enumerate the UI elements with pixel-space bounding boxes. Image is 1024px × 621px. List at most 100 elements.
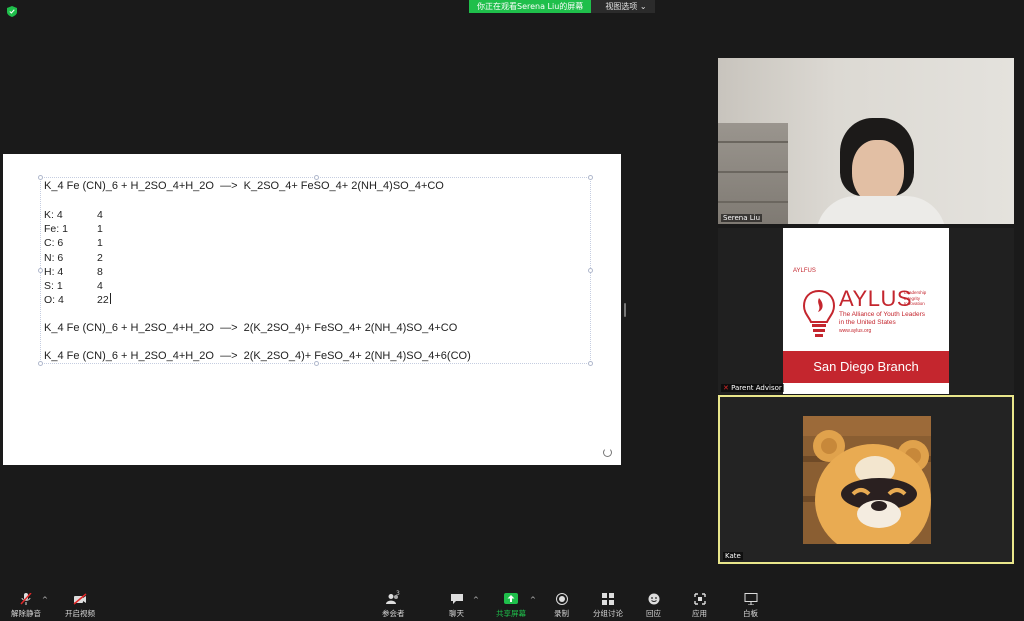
document-text: K_4 Fe (CN)_6 + H_2SO_4+H_2O —> K_2SO_4+… [44, 179, 471, 363]
whiteboard-icon [744, 593, 757, 605]
resize-handle[interactable] [588, 175, 593, 180]
video-camera-off-icon [73, 593, 87, 605]
share-screen-button[interactable]: 共享屏幕 [496, 593, 526, 619]
background-shelf [718, 123, 788, 224]
list-item: N: 6 2 [44, 251, 471, 265]
resize-handle[interactable] [588, 361, 593, 366]
aylus-small-label: AYLFUS [793, 268, 816, 274]
aylus-description: The Alliance of Youth Leaders in the Uni… [839, 311, 925, 327]
atom-count-list: K: 4 4 Fe: 1 1 C: 6 1 N: 6 2 H: 4 8 S: 1 4 O: … [44, 208, 471, 307]
panel-splitter-handle[interactable] [624, 303, 626, 317]
equation-1: K_4 Fe (CN)_6 + H_2SO_4+H_2O —> K_2SO_4+… [44, 180, 444, 192]
screen-share-banner: 你正在观看Serena Liu的屏幕 视图选项 ⌄ [469, 0, 655, 13]
count-left: K: 4 [44, 209, 63, 221]
record-label: 录制 [554, 609, 569, 618]
chat-bubble-icon [450, 594, 463, 604]
list-item: S: 1 4 [44, 279, 471, 293]
participant-name: ✕ Parent Advisor [721, 384, 784, 392]
aylus-url: www.aylus.org [839, 328, 872, 334]
participants-button[interactable]: 3 参会者 [382, 590, 405, 619]
count-right: 1 [97, 237, 103, 250]
reactions-label: 回应 [646, 609, 661, 618]
text-cursor [109, 293, 111, 305]
apps-icon [693, 593, 706, 605]
count-right: 1 [97, 223, 103, 236]
count-left: N: 6 [44, 251, 64, 264]
branch-banner: San Diego Branch [783, 351, 949, 383]
equation-3: K_4 Fe (CN)_6 + H_2SO_4+H_2O —> 2(K_2SO_… [44, 350, 471, 363]
equation-2: K_4 Fe (CN)_6 + H_2SO_4+H_2O —> 2(K_2SO_… [44, 322, 458, 335]
audio-options-caret-icon[interactable]: ^ [42, 596, 48, 604]
count-right: 2 [97, 251, 103, 264]
breakout-rooms-icon [602, 593, 614, 605]
share-options-caret-icon[interactable]: ^ [530, 596, 536, 604]
rotate-icon[interactable] [603, 448, 612, 457]
count-right: 4 [97, 280, 103, 293]
resize-handle[interactable] [38, 268, 43, 273]
count-left: S: 1 [44, 280, 63, 293]
participant-name: Serena Liu [721, 214, 763, 222]
smiley-face-icon [648, 593, 659, 605]
muted-mic-icon: ✕ [723, 384, 729, 392]
breakout-label: 分组讨论 [593, 609, 623, 618]
whiteboard-label: 白板 [743, 609, 758, 618]
participants-label: 参会者 [382, 609, 405, 618]
count-right: 4 [97, 209, 103, 221]
security-shield-icon[interactable] [7, 6, 17, 17]
viewing-screen-label: 你正在观看Serena Liu的屏幕 [469, 0, 592, 13]
participant-face [852, 140, 904, 204]
tagline-line: Innovation [904, 301, 925, 306]
record-button[interactable]: 录制 [554, 593, 569, 619]
bear-avatar-icon [803, 416, 931, 544]
desc-line: The Alliance of Youth Leaders [839, 311, 926, 318]
participant-name: Kate [723, 552, 743, 560]
aylus-tagline: Leadership Integrity Innovation [904, 290, 926, 307]
count-left: O: 4 [44, 294, 64, 307]
aylus-logo-card: AYLFUS AYLUS Leadership Integrity Innova… [783, 228, 949, 394]
aylus-title: AYLUS [839, 286, 913, 311]
whiteboard-button[interactable]: 白板 [743, 593, 758, 619]
shared-screen[interactable]: K_4 Fe (CN)_6 + H_2SO_4+H_2O —> K_2SO_4+… [3, 154, 621, 465]
count-right: 8 [97, 265, 103, 278]
apps-button[interactable]: 应用 [692, 593, 707, 619]
list-item: Fe: 1 1 [44, 222, 471, 236]
count-right: 22 [97, 294, 109, 307]
share-screen-icon [504, 593, 518, 604]
share-screen-label: 共享屏幕 [496, 609, 526, 618]
resize-handle[interactable] [38, 175, 43, 180]
list-item: K: 4 4 [44, 208, 471, 222]
unmute-label: 解除静音 [11, 609, 41, 618]
view-options-label: 视图选项 [605, 2, 638, 11]
microphone-muted-icon [20, 593, 32, 605]
count-left: C: 6 [44, 237, 64, 250]
start-video-label: 开启视频 [65, 609, 95, 618]
chat-options-caret-icon[interactable]: ^ [473, 596, 479, 604]
resize-handle[interactable] [588, 268, 593, 273]
list-item: O: 4 22 [44, 293, 471, 307]
meeting-toolbar: 解除静音 ^ 开启视频 3 参会者 聊天 ^ 共享屏幕 ^ 录制 分组讨论 回应… [0, 585, 1024, 621]
participant-name-label: Parent Advisor [731, 384, 782, 392]
video-tile-serena[interactable]: Serena Liu [718, 58, 1014, 224]
lightbulb-flame-icon [802, 289, 836, 337]
participants-count-badge: 3 [396, 590, 400, 597]
breakout-rooms-button[interactable]: 分组讨论 [593, 593, 623, 619]
record-icon [555, 593, 568, 605]
apps-label: 应用 [692, 609, 707, 618]
desc-line: in the United States [839, 319, 896, 326]
list-item: H: 4 8 [44, 265, 471, 279]
count-left: H: 4 [44, 265, 64, 278]
video-tile-parent-advisor[interactable]: AYLFUS AYLUS Leadership Integrity Innova… [718, 228, 1014, 394]
chat-button[interactable]: 聊天 [449, 593, 464, 619]
count-left: Fe: 1 [44, 223, 68, 236]
list-item: C: 6 1 [44, 236, 471, 250]
unmute-button[interactable]: 解除静音 [11, 593, 41, 619]
reactions-button[interactable]: 回应 [646, 593, 661, 619]
tagline-line: Leadership [904, 290, 927, 295]
resize-handle[interactable] [38, 361, 43, 366]
chevron-down-icon: ⌄ [639, 2, 647, 11]
video-tile-kate[interactable]: Kate [718, 395, 1014, 564]
view-options-button[interactable]: 视图选项 ⌄ [591, 0, 655, 13]
chat-label: 聊天 [449, 609, 464, 618]
start-video-button[interactable]: 开启视频 [65, 593, 95, 619]
participant-shirt [816, 196, 946, 224]
